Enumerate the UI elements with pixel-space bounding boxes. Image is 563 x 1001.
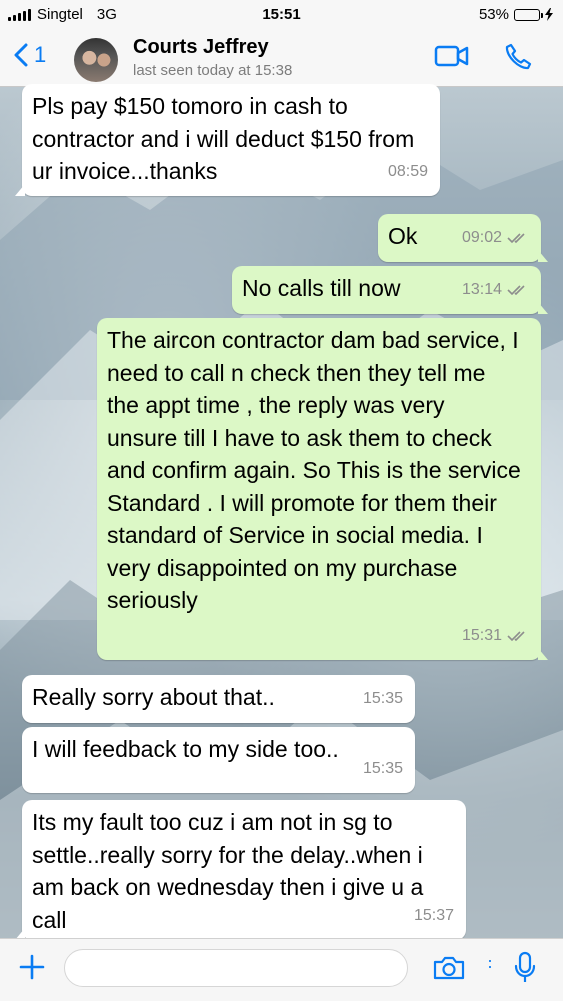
message-bubble-incoming[interactable]: Its my fault too cuz i am not in sg to s…	[15, 800, 466, 940]
back-button[interactable]: 1	[14, 42, 46, 68]
last-seen-status: last seen today at 15:38	[133, 62, 293, 79]
message-time: 13:14	[461, 280, 502, 298]
message-bubble-outgoing[interactable]: The aircon contractor dam bad service, I…	[97, 318, 548, 660]
battery-percent: 53%	[478, 6, 509, 23]
message-input[interactable]	[64, 949, 408, 987]
message-time: 09:02	[461, 228, 502, 246]
microphone-icon[interactable]	[513, 951, 537, 985]
message-time: 15:37	[413, 906, 454, 924]
more-options-icon[interactable]: · ·	[487, 951, 493, 975]
unread-count: 1	[34, 42, 47, 67]
read-receipt-icon	[507, 631, 525, 641]
status-bar: Singtel 3G 15:51 53%	[0, 0, 563, 30]
message-time: 08:59	[387, 162, 428, 180]
message-input-bar: · ·	[0, 938, 563, 1001]
battery-icon	[514, 8, 543, 21]
message-bubble-incoming[interactable]: I will feedback to my side too.. 15:35	[22, 727, 415, 793]
message-bubble-incoming[interactable]: Really sorry about that.. 15:35	[22, 675, 415, 723]
message-text: Really sorry about that..	[32, 684, 275, 710]
contact-name[interactable]: Courts Jeffrey	[133, 36, 269, 59]
message-text: Pls pay $150 tomoro in cash to contracto…	[32, 93, 415, 184]
chevron-left-icon	[14, 43, 28, 67]
avatar[interactable]	[74, 38, 118, 82]
phone-icon[interactable]	[503, 42, 533, 72]
read-receipt-icon	[507, 285, 525, 295]
message-time: 15:35	[362, 759, 403, 777]
message-bubble-incoming[interactable]: Pls pay $150 tomoro in cash to contracto…	[15, 84, 440, 196]
chat-header: 1 Courts Jeffrey last seen today at 15:3…	[0, 30, 563, 87]
message-text: I will feedback to my side too..	[32, 736, 339, 762]
video-call-icon[interactable]	[434, 44, 470, 68]
camera-icon[interactable]	[432, 955, 466, 981]
charging-bolt-icon	[545, 8, 553, 21]
message-time: 15:31	[461, 626, 502, 644]
message-text: The aircon contractor dam bad service, I…	[107, 327, 521, 613]
message-bubble-outgoing[interactable]: Ok 09:02	[378, 214, 548, 262]
message-text: Its my fault too cuz i am not in sg to s…	[32, 809, 424, 933]
message-time: 15:35	[362, 689, 403, 707]
message-bubble-outgoing[interactable]: No calls till now 13:14	[232, 266, 548, 314]
read-receipt-icon	[507, 233, 525, 243]
plus-icon[interactable]	[18, 953, 46, 981]
